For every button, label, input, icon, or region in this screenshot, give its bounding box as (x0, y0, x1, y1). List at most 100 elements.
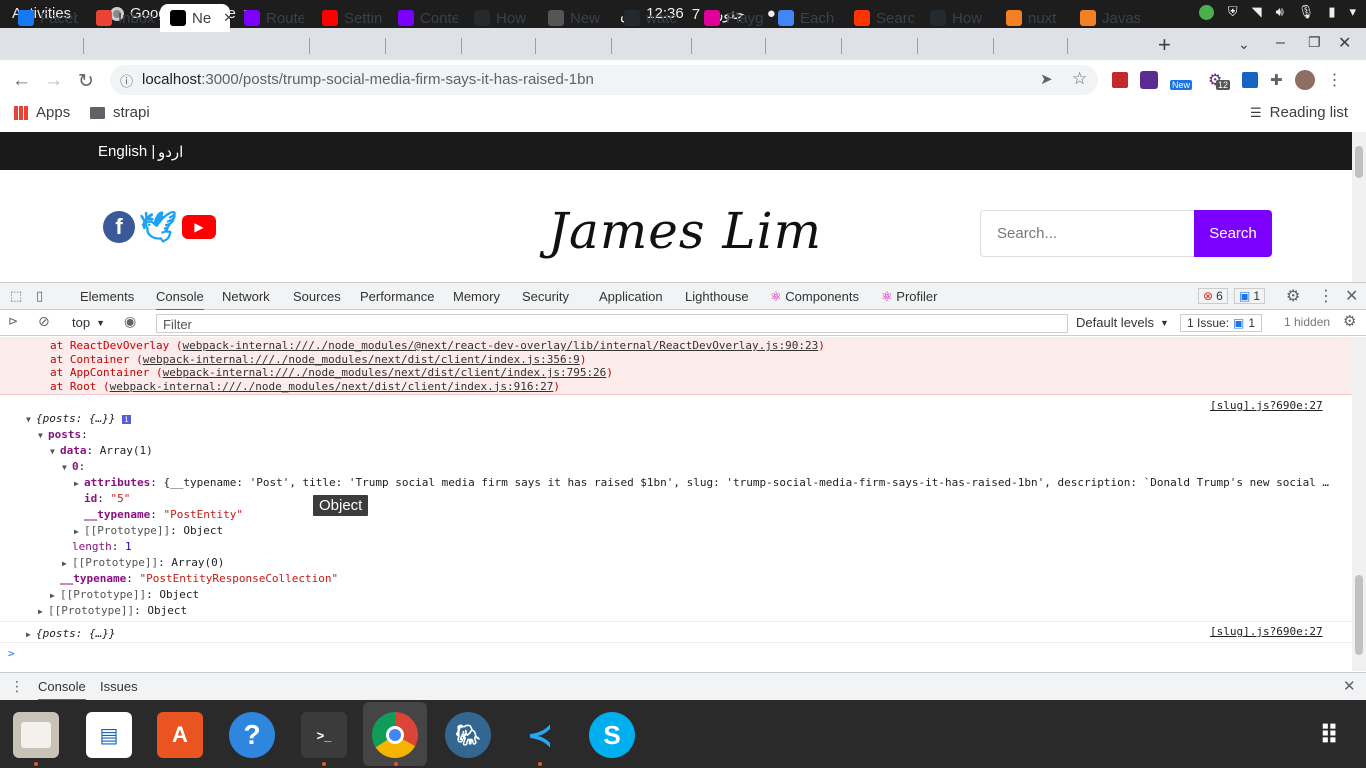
tree-prototype-posts[interactable]: ▶ [[Prototype]]: Object (50, 588, 199, 601)
devtools-menu-icon[interactable]: ⋮ (1318, 286, 1334, 306)
files-icon[interactable] (13, 712, 59, 758)
device-toolbar-icon[interactable]: ▯ (36, 288, 43, 304)
tree-prototype-array[interactable]: ▶ [[Prototype]]: Array(0) (62, 556, 224, 569)
log-source-link[interactable]: [slug].js?690e:27 (1210, 399, 1323, 412)
info-icon[interactable]: ⓘ (120, 71, 133, 90)
browser-tab[interactable]: Playg (694, 4, 764, 32)
extension-reader-icon[interactable] (1242, 72, 1258, 88)
apps-bookmark[interactable]: Apps (14, 104, 70, 121)
browser-tab[interactable]: Inbox (86, 4, 156, 32)
browser-tab[interactable]: Each (768, 4, 838, 32)
terminal-icon[interactable]: >_ (301, 712, 347, 758)
youtube-icon[interactable]: ▶ (182, 215, 216, 239)
log-levels-dropdown[interactable]: Default levels ▼ (1076, 315, 1169, 330)
chrome-icon[interactable] (372, 712, 418, 758)
help-icon[interactable]: ? (229, 712, 275, 758)
browser-tab[interactable]: How (920, 4, 990, 32)
drawer-menu-icon[interactable]: ⋮ (10, 678, 24, 695)
clear-console-icon[interactable]: ⊘ (38, 313, 50, 330)
issues-button[interactable]: 1 Issue: ▣ 1 (1180, 314, 1263, 332)
browser-tab[interactable]: New (538, 4, 608, 32)
console-settings-icon[interactable]: ⚙ (1343, 312, 1356, 330)
tree-prototype-root[interactable]: ▶ [[Prototype]]: Object (38, 604, 187, 617)
twitter-icon[interactable]: 🕊︎ (139, 211, 177, 244)
browser-tab[interactable]: Route (234, 4, 304, 32)
profile-avatar[interactable] (1294, 70, 1315, 90)
back-button[interactable]: ← (12, 70, 31, 92)
strapi-bookmark-folder[interactable]: strapi (90, 104, 150, 121)
browser-tab[interactable]: nuxt (996, 4, 1066, 32)
sidebar-toggle-icon[interactable]: ⊳ (8, 314, 18, 328)
browser-tab[interactable]: watc (614, 4, 684, 32)
live-expression-eye-icon[interactable]: ◉ (124, 313, 136, 330)
devtools-tab-profiler[interactable]: ⚛ Profiler (881, 289, 937, 305)
drawer-tab-console[interactable]: Console (38, 679, 86, 701)
menu-kebab-icon[interactable]: ⋮ (1327, 70, 1343, 90)
vscode-icon[interactable]: ≺ (517, 712, 563, 758)
browser-tab[interactable]: Settin (312, 4, 382, 32)
system-tray[interactable]: ⛨ ◥ 🔊︎ 🎙︎ ▮ ▾ (1198, 4, 1356, 20)
drawer-close-icon[interactable]: ✕ (1343, 677, 1356, 695)
close-window-button[interactable]: ✕ (1338, 33, 1351, 53)
postgres-elephant-icon[interactable]: 🐘︎ (445, 712, 491, 758)
software-center-icon[interactable]: A (157, 712, 203, 758)
address-bar[interactable]: ⓘ localhost:3000/posts/trump-social-medi… (110, 65, 1098, 95)
site-search-button[interactable]: Search (1194, 210, 1272, 257)
bookmark-star-icon[interactable]: ☆ (1072, 69, 1087, 89)
site-logo[interactable]: James Lim (548, 202, 822, 260)
console-output[interactable]: at ReactDevOverlay (webpack-internal:///… (0, 337, 1352, 671)
browser-tab[interactable]: Ne ✕ (160, 4, 230, 32)
browser-tab[interactable]: Searc (844, 4, 914, 32)
devtools-tab-security[interactable]: Security (522, 289, 569, 304)
page-scrollbar[interactable] (1352, 132, 1366, 282)
error-count-badge[interactable]: ⊗ 6 (1198, 288, 1228, 304)
browser-tab[interactable]: Faceb (8, 4, 78, 32)
extensions-puzzle-icon[interactable]: ✚ (1270, 71, 1283, 89)
page-scrollbar-thumb[interactable] (1355, 146, 1363, 178)
message-count-badge[interactable]: ▣ 1 (1234, 288, 1266, 304)
browser-tab[interactable]: How (464, 4, 534, 32)
stack-source-link[interactable]: webpack-internal:///./node_modules/next/… (143, 353, 580, 366)
devtools-tab-console[interactable]: Console (156, 289, 204, 311)
lang-urdu-link[interactable]: اردو (158, 143, 183, 161)
extension-gear-icon[interactable]: ⚙12 (1208, 70, 1231, 90)
log-object-root[interactable]: ▼ {posts: {…}} i (26, 412, 131, 425)
devtools-close-icon[interactable]: ✕ (1345, 286, 1358, 306)
tree-index-0[interactable]: ▼ 0: (62, 460, 85, 473)
browser-tab[interactable]: Conte (388, 4, 458, 32)
facebook-icon[interactable]: f (103, 211, 135, 243)
devtools-tab-lighthouse[interactable]: Lighthouse (685, 289, 749, 304)
console-scrollbar-thumb[interactable] (1355, 575, 1363, 655)
tree-prototype-object[interactable]: ▶ [[Prototype]]: Object (74, 524, 223, 537)
devtools-settings-icon[interactable]: ⚙ (1286, 286, 1300, 306)
url-text[interactable]: localhost:3000/posts/trump-social-media-… (142, 71, 594, 88)
inspect-element-icon[interactable]: ⬚ (10, 288, 22, 304)
send-icon[interactable]: ➤ (1040, 70, 1053, 88)
devtools-tab-sources[interactable]: Sources (293, 289, 341, 304)
forward-button[interactable]: → (44, 70, 63, 92)
tab-close-icon[interactable]: ✕ (223, 10, 230, 26)
minimize-button[interactable]: – (1276, 34, 1285, 52)
skype-icon[interactable]: S (589, 712, 635, 758)
lang-english-link[interactable]: English | (98, 143, 155, 160)
console-scrollbar[interactable] (1352, 337, 1366, 671)
devtools-tab-performance[interactable]: Performance (360, 289, 434, 304)
extension-red-icon[interactable] (1112, 72, 1128, 88)
show-applications-icon[interactable]: ⠿ (1306, 712, 1352, 758)
devtools-tab-memory[interactable]: Memory (453, 289, 500, 304)
extension-new-icon[interactable]: New (1170, 70, 1196, 90)
context-selector[interactable]: top ▼ (72, 315, 105, 330)
tree-attributes[interactable]: ▶ attributes: {__typename: 'Post', title:… (74, 476, 1329, 489)
log-object-collapsed[interactable]: ▶ {posts: {…}} (26, 627, 115, 640)
tree-posts[interactable]: ▼ posts: (38, 428, 88, 441)
devtools-tab-elements[interactable]: Elements (80, 289, 134, 304)
log-source-link-2[interactable]: [slug].js?690e:27 (1210, 625, 1323, 638)
stack-source-link[interactable]: webpack-internal:///./node_modules/next/… (163, 366, 607, 379)
writer-icon[interactable]: ▤ (86, 712, 132, 758)
new-tab-button[interactable]: + (1158, 32, 1171, 58)
restore-button[interactable]: ❐ (1308, 34, 1321, 51)
tab-search-icon[interactable]: ⌄ (1238, 36, 1250, 53)
drawer-tab-issues[interactable]: Issues (100, 679, 138, 694)
browser-tab[interactable]: Javas (1070, 4, 1140, 32)
reading-list-button[interactable]: ☰ Reading list (1250, 104, 1348, 121)
